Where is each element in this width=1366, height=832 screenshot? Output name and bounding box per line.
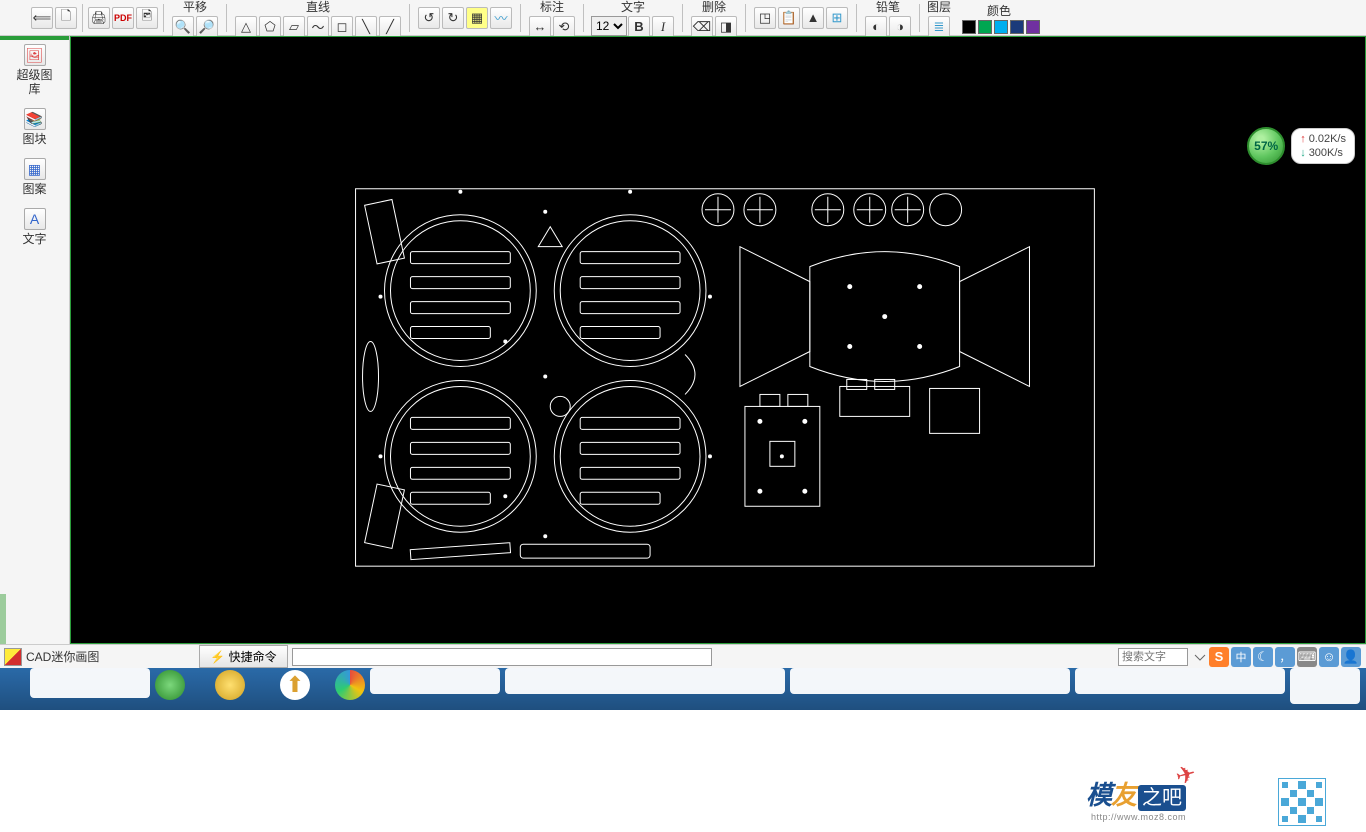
sidebar-item-label: 超级图库 [15,68,55,96]
status-bar: CAD迷你画图 ⚡ 快捷命令 S 中 ☾ ， ⌨ ☺ 👤 [0,644,1366,668]
sidebar: 🖼超级图库 📚 图块 ▦ 图案 A 文字 [0,36,70,644]
sidebar-item[interactable]: ▦ 图案 [15,158,55,196]
sidebar-item-label: 图案 [15,182,55,196]
rotate-ccw-button[interactable]: ↺ [418,7,440,29]
watermark-url: http://www.moz8.com [1086,812,1186,822]
color-group: 颜色 [957,2,1041,34]
sidebar-item[interactable]: 📚 图块 [15,108,55,146]
qr-code-icon [1278,778,1326,826]
angle-dim-button[interactable]: ⟲ [553,16,575,38]
pencil-group: 铅笔 ◐ ◑ [864,0,912,38]
color-swatch[interactable] [962,20,976,34]
sidebar-item-icon: 🖼 [24,44,46,66]
watermark-zhi: 之吧 [1138,785,1186,811]
main-area: 🖼超级图库 📚 图块 ▦ 图案 A 文字 57% 0.02K/s 300K/s [0,36,1366,644]
highlight-button[interactable]: ▦ [466,7,488,29]
line-label: 直线 [306,0,330,15]
search-dropdown-icon[interactable] [1192,649,1208,665]
text-label: 文字 [621,0,645,15]
export-image-button[interactable]: 🖻 [136,7,158,29]
page-footer: ✈ 模友之吧 http://www.moz8.com [0,710,1366,832]
annotate-label: 标注 [540,0,564,15]
ime-punct-icon[interactable]: ， [1275,647,1295,667]
sidebar-item-icon: A [24,208,46,230]
export-pdf-button[interactable]: PDF [112,7,134,29]
diag1-button[interactable]: ╲ [355,16,377,38]
rotate-cw-button[interactable]: ↻ [442,7,464,29]
curve-button[interactable]: 〰 [490,7,512,29]
new-file-button[interactable]: 🗋 [55,7,77,29]
pencil-label: 铅笔 [876,0,900,15]
color-swatch[interactable] [1010,20,1024,34]
sidebar-item[interactable]: A 文字 [15,208,55,246]
sidebar-item[interactable]: 🖼超级图库 [15,44,55,96]
ime-user-icon[interactable]: 👤 [1341,647,1361,667]
erase-button[interactable]: ⌫ [691,16,713,38]
layer-label: 图层 [927,0,951,15]
main-toolbar: ⟸ 🗋 🖨 PDF 🖻 平移 🔍 🔎 直线 △ ⬠ ▱ 〜 ◻ ╲ ╱ ↺ ↻ … [0,0,1366,36]
zoom-out-button[interactable]: 🔎 [196,16,218,38]
layer-group: 图层 ≣ [927,0,951,38]
command-input[interactable] [292,648,712,666]
watermark-you: 友 [1111,780,1136,810]
copy-button[interactable]: ◳ [754,7,776,29]
canvas-container: 57% 0.02K/s 300K/s [70,36,1366,644]
search-text-input[interactable] [1118,648,1188,666]
pan-label: 平移 [183,0,207,15]
font-size-select[interactable]: 891011121416182024 [591,16,627,36]
cad-canvas[interactable] [71,37,1365,644]
zoom-in-button[interactable]: 🔍 [172,16,194,38]
color-swatch[interactable] [1026,20,1040,34]
delete-group: 删除 ⌫ ◨ [690,0,738,38]
color-label: 颜色 [987,2,1011,19]
italic-button[interactable]: I [652,16,674,38]
watermark-mo: 模 [1086,780,1111,810]
nav-back-button[interactable]: ⟸ [31,7,53,29]
color-swatch[interactable] [978,20,992,34]
ime-chinese-icon[interactable]: 中 [1231,647,1251,667]
lightning-icon: ⚡ [210,650,225,664]
diag2-button[interactable]: ╱ [379,16,401,38]
print-button[interactable]: 🖨 [88,7,110,29]
array-button[interactable]: ⊞ [826,7,848,29]
shape-button[interactable]: ◻ [331,16,353,38]
paste-button[interactable]: 📋 [778,7,800,29]
text-group: 文字 891011121416182024 B I [591,0,675,38]
mirror-button[interactable]: ▲ [802,7,824,29]
sidebar-item-label: 图块 [15,132,55,146]
sidebar-item-icon: 📚 [24,108,46,130]
app-name-label: CAD迷你画图 [26,648,99,665]
sketch1-button[interactable]: ◐ [865,16,887,38]
sidebar-item-label: 文字 [15,232,55,246]
layers-button[interactable]: ≣ [928,16,950,38]
rect-button[interactable]: ▱ [283,16,305,38]
quick-command-button[interactable]: ⚡ 快捷命令 [199,645,287,668]
ime-moon-icon[interactable]: ☾ [1253,647,1273,667]
pan-group: 平移 🔍 🔎 [171,0,219,38]
bold-button[interactable]: B [628,16,650,38]
dimension-button[interactable]: ↔ [529,16,551,38]
watermark: 模友之吧 http://www.moz8.com [1086,775,1186,822]
line-group: 直线 △ ⬠ ▱ 〜 ◻ ╲ ╱ [234,0,402,38]
app-logo-icon [4,648,22,666]
sidebar-item-icon: ▦ [24,158,46,180]
ime-sogou-icon[interactable]: S [1209,647,1229,667]
eraser-button[interactable]: ◨ [715,16,737,38]
triangle-button[interactable]: △ [235,16,257,38]
taskbar-fragment: ⬆ [0,668,1366,710]
color-swatch[interactable] [994,20,1008,34]
annotate-group: 标注 ↔ ⟲ [528,0,576,38]
pentagon-button[interactable]: ⬠ [259,16,281,38]
ime-emoji-icon[interactable]: ☺ [1319,647,1339,667]
polyline-button[interactable]: 〜 [307,16,329,38]
sketch2-button[interactable]: ◑ [889,16,911,38]
ime-keyboard-icon[interactable]: ⌨ [1297,647,1317,667]
delete-label: 删除 [702,0,726,15]
